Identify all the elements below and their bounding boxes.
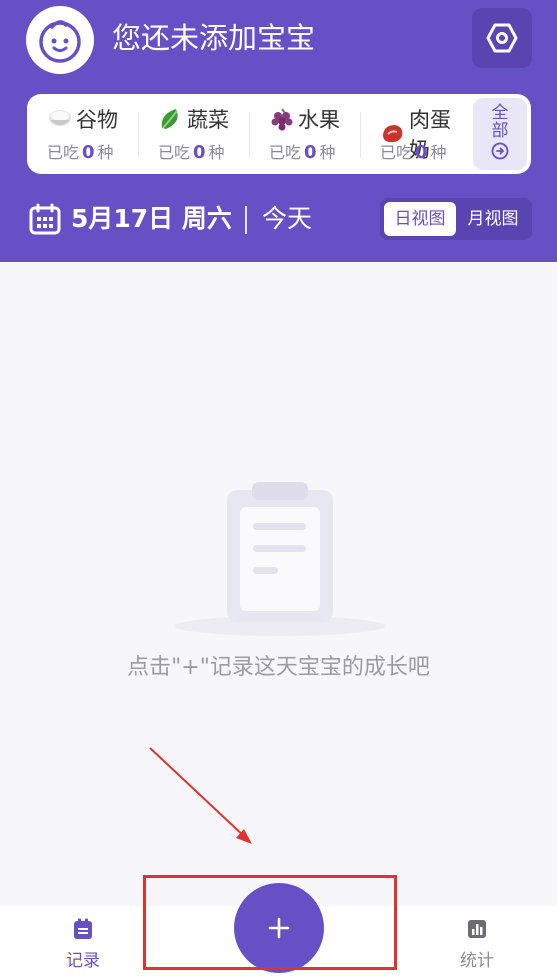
eaten-prefix: 已吃 — [269, 143, 302, 162]
page-title[interactable]: 您还未添加宝宝 — [112, 16, 315, 60]
leafy-green-icon — [158, 106, 184, 132]
eaten-count: 0 — [193, 142, 206, 163]
settings-hexagon-icon — [486, 23, 518, 53]
eaten-count: 0 — [415, 142, 428, 163]
record-doc-icon — [74, 918, 92, 939]
tab-label: 记录 — [66, 951, 100, 971]
view-toggle: 日视图 月视图 — [380, 198, 532, 240]
current-date[interactable]: 5月17日 周六 — [71, 200, 232, 238]
category-vegetables[interactable]: 蔬菜 已吃 0 种 — [138, 94, 248, 174]
settings-button[interactable] — [472, 8, 532, 68]
eaten-unit: 种 — [430, 143, 447, 162]
bar-chart-icon — [468, 920, 486, 938]
category-grains[interactable]: 谷物 已吃 0 种 — [27, 94, 137, 174]
eaten-unit: 种 — [97, 143, 114, 162]
tab-record[interactable]: 记录 — [43, 912, 123, 972]
date-divider — [245, 206, 247, 234]
tab-label: 统计 — [460, 951, 494, 971]
grapes-icon — [269, 106, 295, 132]
all-label-1: 全 — [491, 103, 509, 123]
category-fruits[interactable]: 水果 已吃 0 种 — [249, 94, 359, 174]
eaten-count: 0 — [304, 142, 317, 163]
eaten-prefix: 已吃 — [47, 143, 80, 162]
empty-clipboard-illustration — [175, 482, 385, 636]
baby-face-icon — [39, 20, 81, 63]
all-categories-button[interactable]: 全 部 — [473, 98, 527, 170]
eaten-unit: 种 — [208, 143, 225, 162]
add-record-button[interactable] — [234, 883, 324, 973]
empty-state-hint: 点击"+"记录这天宝宝的成长吧 — [127, 655, 430, 680]
eaten-count: 0 — [82, 142, 95, 163]
all-label-2: 部 — [491, 121, 509, 141]
category-meat-egg-milk[interactable]: 肉蛋奶 已吃 0 种 — [360, 94, 470, 174]
rice-bowl-icon — [47, 106, 73, 132]
category-name: 水果 — [298, 108, 340, 132]
eaten-unit: 种 — [319, 143, 336, 162]
baby-avatar[interactable] — [26, 6, 94, 74]
month-view-tab[interactable]: 月视图 — [457, 202, 529, 236]
plus-icon — [268, 917, 290, 939]
category-name: 蔬菜 — [187, 108, 229, 132]
eaten-prefix: 已吃 — [158, 143, 191, 162]
eaten-prefix: 已吃 — [380, 143, 413, 162]
arrow-circle-icon — [491, 142, 509, 160]
food-category-card: 谷物 已吃 0 种 蔬菜 已吃 0 种 水果 已吃 0 种 肉蛋奶 已吃 0 种… — [27, 94, 531, 174]
today-label[interactable]: 今天 — [262, 200, 312, 238]
header: 您还未添加宝宝 谷物 已吃 0 种 蔬菜 已吃 0 种 水果 已吃 0 种 肉蛋… — [0, 0, 557, 262]
calendar-icon[interactable] — [29, 203, 61, 235]
tab-stats[interactable]: 统计 — [437, 912, 517, 972]
category-name: 谷物 — [76, 108, 118, 132]
day-view-tab[interactable]: 日视图 — [384, 202, 456, 236]
